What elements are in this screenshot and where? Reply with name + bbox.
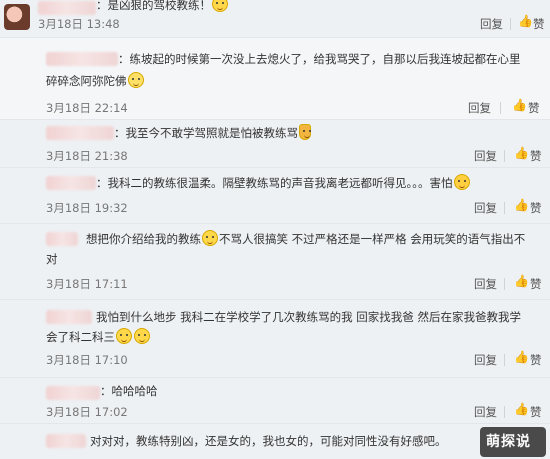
- blurred-username: [46, 126, 114, 140]
- avatar[interactable]: [4, 4, 30, 30]
- divider: [500, 102, 501, 114]
- comment-item: ：我至今不敢学驾照就是怕被教练骂 3月18日 21:38 回复 👍 赞: [0, 120, 550, 168]
- comment-text: ：练坡起的时候第一次没上去熄火了，给我骂哭了，自那以后我连坡起都在心里: [118, 52, 521, 66]
- like-button[interactable]: 赞: [530, 200, 542, 216]
- comment-item: ：哈哈哈哈 3月18日 17:02 回复 👍 赞: [0, 378, 550, 424]
- reply-button[interactable]: 回复: [474, 404, 497, 420]
- emoji-icon: [453, 174, 470, 190]
- emoji-icon: [116, 328, 132, 344]
- divider: [504, 406, 505, 418]
- blurred-username: [46, 386, 100, 400]
- thumbs-up-icon[interactable]: 👍: [514, 350, 529, 364]
- comment-item: 对对对，教练特别凶，还是女的，我也女的，可能对同性没有好感吧。: [0, 424, 550, 459]
- thumbs-up-icon[interactable]: 👍: [514, 146, 529, 160]
- comment-text: ：是凶狠的驾校教练！: [96, 0, 229, 16]
- comment-item: 想把你介绍给我的教练 不骂人很搞笑 不过严格还是一样严格 会用玩笑的语气指出不 对…: [0, 224, 550, 300]
- blurred-username: [46, 232, 78, 246]
- emoji-icon: [299, 124, 311, 140]
- comment-date: 3月18日 21:38: [46, 149, 128, 163]
- comment-text-continued: 碎碎念阿弥陀佛: [46, 70, 145, 92]
- like-button[interactable]: 赞: [533, 16, 545, 32]
- blurred-username: [46, 176, 96, 190]
- comment-item: ：我科二的教练很温柔。隔壁教练骂的声音我离老远都听得见。。。害怕 3月18日 1…: [0, 168, 550, 224]
- reply-button[interactable]: 回复: [480, 16, 503, 32]
- comment-item: ：练坡起的时候第一次没上去熄火了，给我骂哭了，自那以后我连坡起都在心里 碎碎念阿…: [0, 38, 550, 120]
- like-button[interactable]: 赞: [530, 148, 542, 164]
- emoji-icon: [134, 328, 150, 344]
- comment-item: ：是凶狠的驾校教练！ 3月18日 13:48 回复 👍 赞: [0, 0, 550, 38]
- thumbs-up-icon[interactable]: 👍: [514, 402, 529, 416]
- comment-date: 3月18日 17:02: [46, 405, 128, 419]
- comment-item: 我怕到什么地步 我科二在学校学了几次教练骂的我 回家找我爸 然后在家我爸教我学 …: [0, 300, 550, 378]
- divider: [504, 202, 505, 214]
- comment-date: 3月18日 17:11: [46, 277, 128, 291]
- like-button[interactable]: 赞: [528, 100, 540, 116]
- comment-date: 3月18日 13:48: [38, 17, 120, 31]
- emoji-icon: [202, 230, 218, 246]
- comment-feed: ：是凶狠的驾校教练！ 3月18日 13:48 回复 👍 赞 ：练坡起的时候第一次…: [0, 0, 550, 459]
- comment-text-continued: 会了科二科三: [46, 326, 151, 348]
- thumbs-up-icon[interactable]: 👍: [518, 14, 533, 28]
- like-button[interactable]: 赞: [530, 404, 542, 420]
- divider: [504, 150, 505, 162]
- comment-text: ：我至今不敢学驾照就是怕被教练骂: [114, 122, 312, 144]
- comment-text: 对对对，教练特别凶，还是女的，我也女的，可能对同性没有好感吧。: [90, 434, 447, 448]
- reply-button[interactable]: 回复: [474, 148, 497, 164]
- divider: [510, 18, 511, 30]
- comment-date: 3月18日 17:10: [46, 353, 128, 367]
- reply-button[interactable]: 回复: [474, 276, 497, 292]
- reply-button[interactable]: 回复: [474, 352, 497, 368]
- comment-text: ：我科二的教练很温柔。隔壁教练骂的声音我离老远都听得见。。。害怕: [96, 172, 471, 194]
- thumbs-up-icon[interactable]: 👍: [514, 274, 529, 288]
- blurred-username: [46, 52, 118, 66]
- comment-text-continued: 对: [46, 252, 58, 266]
- watermark-logo: 萌探说: [480, 427, 546, 457]
- comment-text: 想把你介绍给我的教练 不骂人很搞笑 不过严格还是一样严格 会用玩笑的语气指出不: [86, 230, 526, 246]
- divider: [504, 354, 505, 366]
- emoji-icon: [127, 72, 144, 88]
- like-button[interactable]: 赞: [530, 352, 542, 368]
- reply-button[interactable]: 回复: [468, 100, 491, 116]
- like-button[interactable]: 赞: [530, 276, 542, 292]
- thumbs-up-icon[interactable]: 👍: [512, 98, 527, 112]
- comment-text: 我怕到什么地步 我科二在学校学了几次教练骂的我 回家找我爸 然后在家我爸教我学: [96, 310, 521, 324]
- comment-date: 3月18日 22:14: [46, 101, 128, 115]
- comment-date: 3月18日 19:32: [46, 201, 128, 215]
- blurred-username: [38, 1, 96, 15]
- reply-button[interactable]: 回复: [474, 200, 497, 216]
- thumbs-up-icon[interactable]: 👍: [514, 198, 529, 212]
- blurred-username: [46, 310, 92, 324]
- blurred-username: [46, 434, 86, 448]
- emoji-icon: [212, 0, 228, 12]
- comment-text: ：哈哈哈哈: [100, 384, 158, 398]
- divider: [504, 278, 505, 290]
